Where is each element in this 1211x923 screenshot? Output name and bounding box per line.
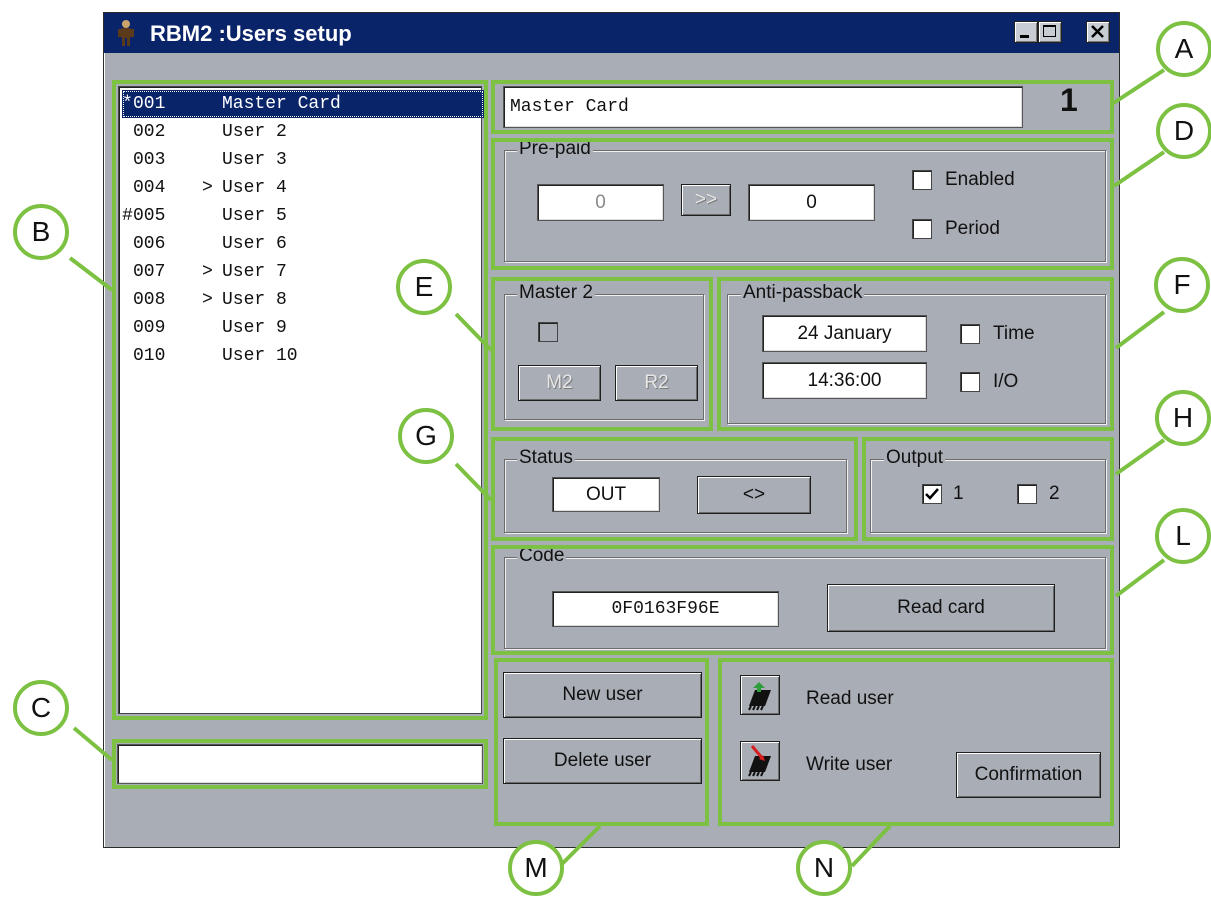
callout-e: E [396,259,452,315]
callout-f: F [1154,257,1210,313]
callout-b: B [13,204,69,260]
callout-a: A [1156,21,1211,77]
callout-c: C [13,680,69,736]
callout-g: G [398,408,454,464]
callout-h: H [1155,390,1211,446]
annotation-leader-lines [68,68,1166,868]
callout-m: M [508,840,564,896]
callout-l: L [1155,508,1211,564]
callout-d: D [1156,103,1211,159]
callout-n: N [796,840,852,896]
